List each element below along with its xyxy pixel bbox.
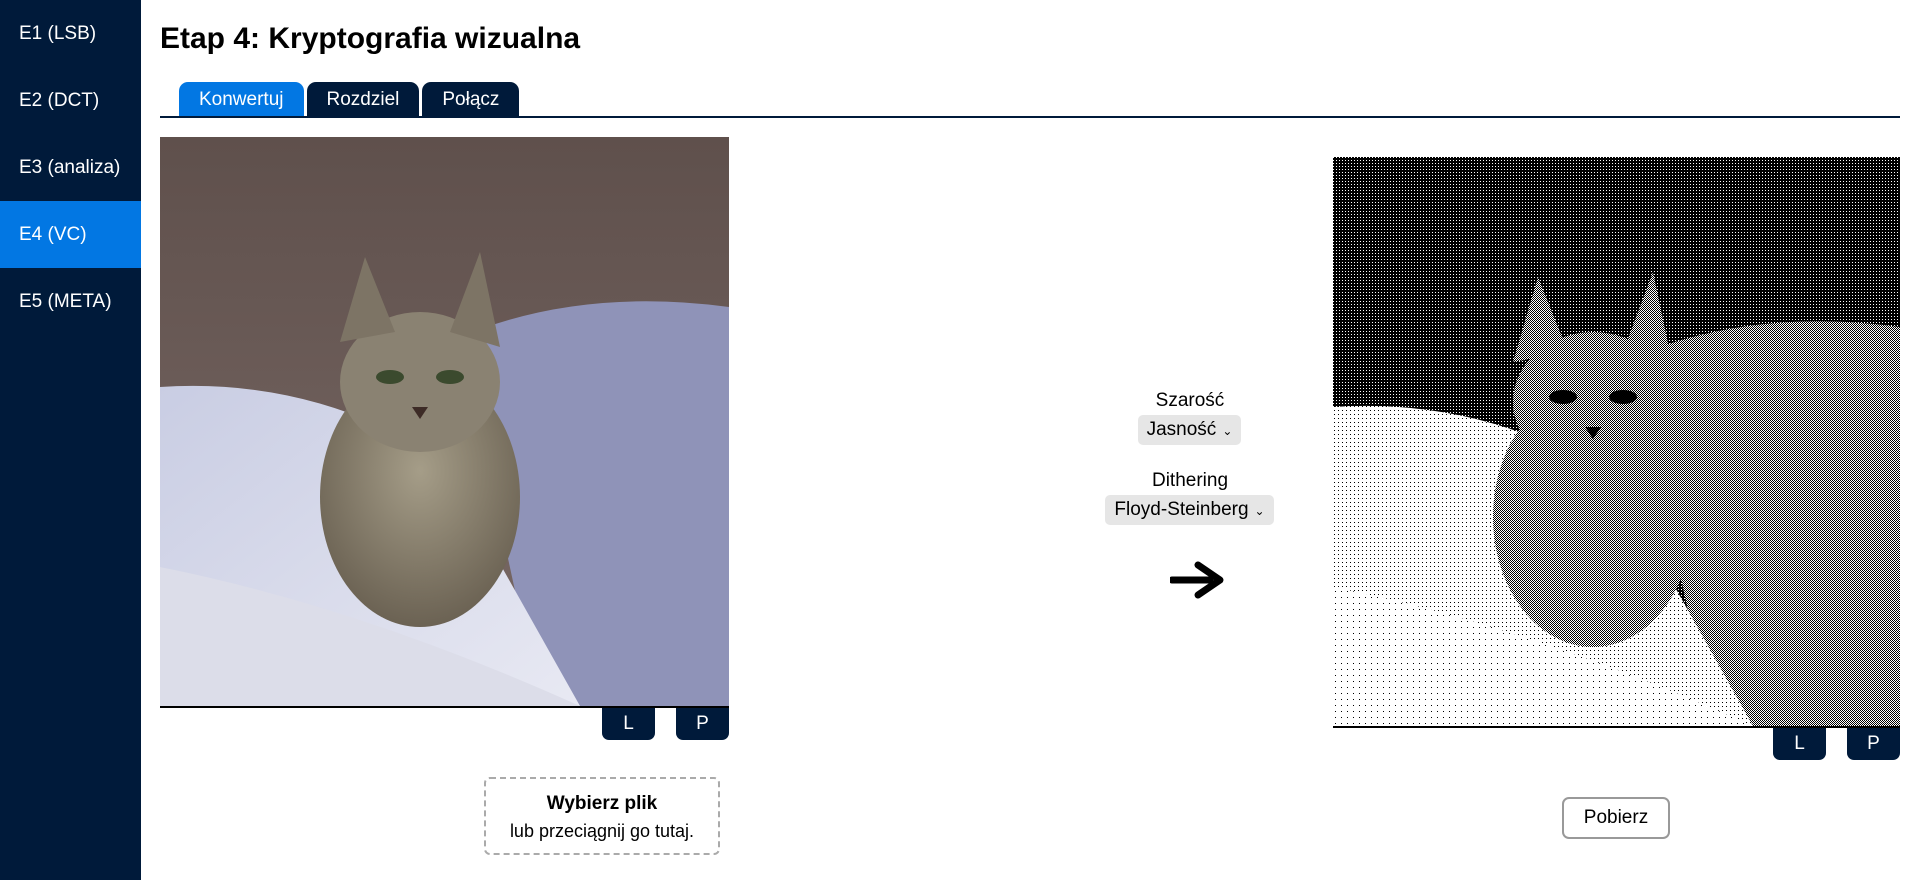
sidebar-item-e1[interactable]: E1 (LSB)	[0, 0, 141, 67]
source-p-button[interactable]: P	[676, 708, 729, 740]
main-content: Etap 4: Kryptografia wizualna Konwertuj …	[160, 0, 1900, 880]
right-arrow-icon	[1170, 561, 1224, 599]
result-p-button[interactable]: P	[1847, 728, 1900, 760]
sidebar-item-e5[interactable]: E5 (META)	[0, 268, 141, 335]
drag-hint: lub przeciągnij go tutaj.	[509, 821, 695, 841]
sidebar-item-e4[interactable]: E4 (VC)	[0, 201, 141, 268]
sidebar: E1 (LSB) E2 (DCT) E3 (analiza) E4 (VC) E…	[0, 0, 141, 880]
download-button[interactable]: Pobierz	[1562, 797, 1670, 839]
source-panel: L P	[160, 137, 729, 740]
source-lp-buttons: L P	[602, 708, 729, 740]
tab-rozdziel[interactable]: Rozdziel	[306, 82, 420, 117]
source-l-button[interactable]: L	[602, 708, 655, 740]
result-l-button[interactable]: L	[1773, 728, 1826, 760]
choose-file-label: Wybierz plik	[546, 793, 658, 814]
result-panel: L P	[1333, 157, 1900, 760]
grayscale-select[interactable]: Jasność ⌄	[1138, 415, 1241, 445]
dithered-image	[1333, 157, 1900, 728]
tab-polacz[interactable]: Połącz	[422, 82, 520, 117]
sidebar-item-e2[interactable]: E2 (DCT)	[0, 67, 141, 134]
dithering-select-value: Floyd-Steinberg	[1114, 499, 1249, 520]
file-dropzone[interactable]: Wybierz plik lub przeciągnij go tutaj.	[484, 777, 720, 855]
chevron-down-icon: ⌄	[1222, 424, 1233, 438]
kitten-photo	[160, 137, 729, 706]
dithered-photo	[1333, 157, 1900, 726]
tabs-divider	[160, 116, 1900, 118]
tab-konwertuj[interactable]: Konwertuj	[179, 82, 304, 117]
sidebar-item-e3[interactable]: E3 (analiza)	[0, 134, 141, 201]
source-image	[160, 137, 729, 708]
grayscale-select-value: Jasność	[1146, 419, 1217, 440]
tab-bar: Konwertuj Rozdziel Połącz	[179, 82, 522, 117]
page-title: Etap 4: Kryptografia wizualna	[160, 22, 581, 55]
result-lp-buttons: L P	[1773, 728, 1900, 760]
chevron-down-icon: ⌄	[1254, 504, 1265, 518]
dithering-select[interactable]: Floyd-Steinberg ⌄	[1105, 495, 1274, 525]
